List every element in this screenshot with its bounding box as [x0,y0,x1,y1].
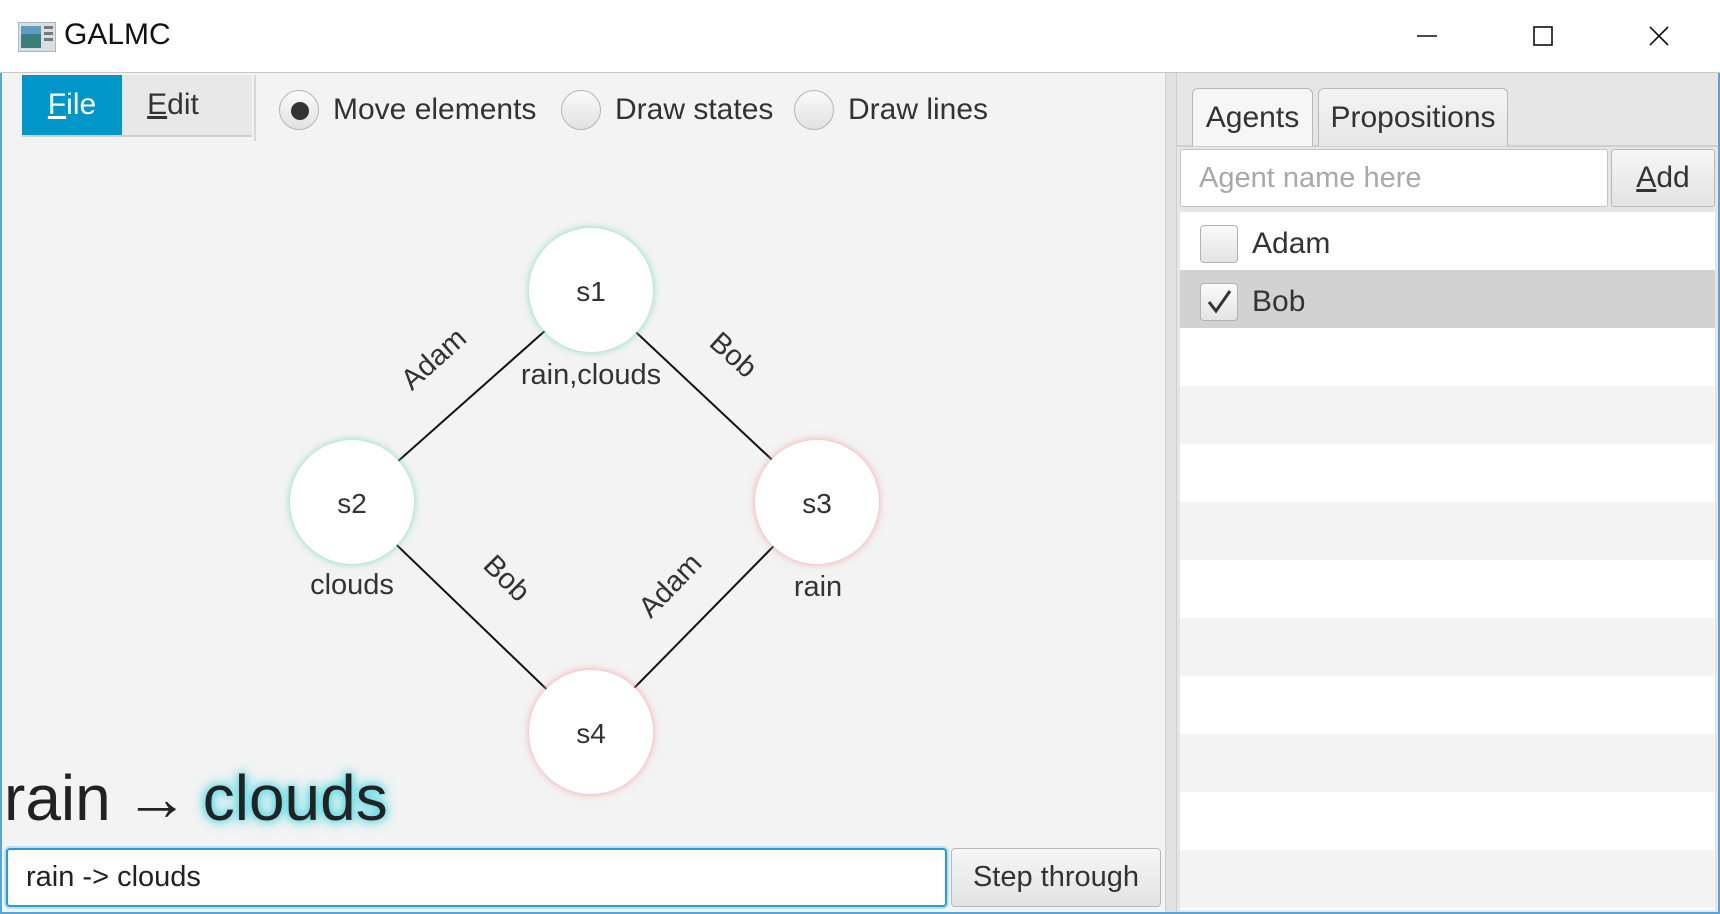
close-icon [1649,26,1669,46]
agent-name: Bob [1252,285,1306,318]
minimize-icon [1417,35,1437,37]
state-name: s1 [576,276,606,307]
edge-label: Bob [703,326,763,384]
list-item-adam[interactable]: Adam [1180,212,1715,270]
minimize-button[interactable] [1369,0,1485,73]
state-name: s2 [337,488,367,519]
list-item-empty [1180,386,1715,444]
formula-input[interactable] [6,848,947,907]
list-item-empty [1180,560,1715,618]
state-name: s3 [802,488,832,519]
agent-name: Adam [1252,227,1331,260]
formula-display: rain → clouds [4,758,388,838]
graph-states [290,228,879,794]
edge-label: Adam [395,322,473,396]
list-item-bob[interactable]: Bob [1180,270,1715,328]
list-item-empty [1180,618,1715,676]
state-graph[interactable]: Adam Bob Bob Adam s1 s2 s3 s4 rain,cloud… [0,0,1165,830]
split-divider[interactable] [1165,73,1177,912]
list-item-empty [1180,850,1715,908]
list-item-empty [1180,792,1715,850]
state-name: s4 [576,718,606,749]
tab-agents[interactable]: Agents [1192,88,1313,146]
edge-label: Bob [477,549,536,608]
state-propositions: rain [794,571,842,603]
list-item-empty [1180,328,1715,386]
agent-checkbox-unchecked[interactable] [1200,225,1238,263]
formula-arrow: → [124,762,189,834]
add-label: dd [1656,161,1690,194]
step-through-button[interactable]: Step through [951,848,1161,907]
formula-right-highlighted: clouds [202,762,388,834]
list-item-empty [1180,734,1715,792]
maximize-icon [1533,26,1553,46]
add-agent-button[interactable]: Add [1611,149,1715,207]
checkmark-icon [1207,290,1232,314]
maximize-button[interactable] [1485,0,1601,73]
list-item-empty [1180,676,1715,734]
list-item-empty [1180,444,1715,502]
edge-label: Adam [633,547,709,624]
state-propositions: clouds [310,569,394,601]
state-propositions: rain,clouds [521,359,661,391]
agent-checkbox-checked[interactable] [1200,283,1238,321]
tab-propositions[interactable]: Propositions [1318,88,1508,146]
formula-left: rain [4,762,111,834]
list-item-empty [1180,502,1715,560]
add-mnemonic: A [1636,161,1657,194]
close-button[interactable] [1601,0,1717,73]
agent-list[interactable]: Adam Bob [1180,212,1715,910]
agent-name-input[interactable] [1180,149,1608,207]
